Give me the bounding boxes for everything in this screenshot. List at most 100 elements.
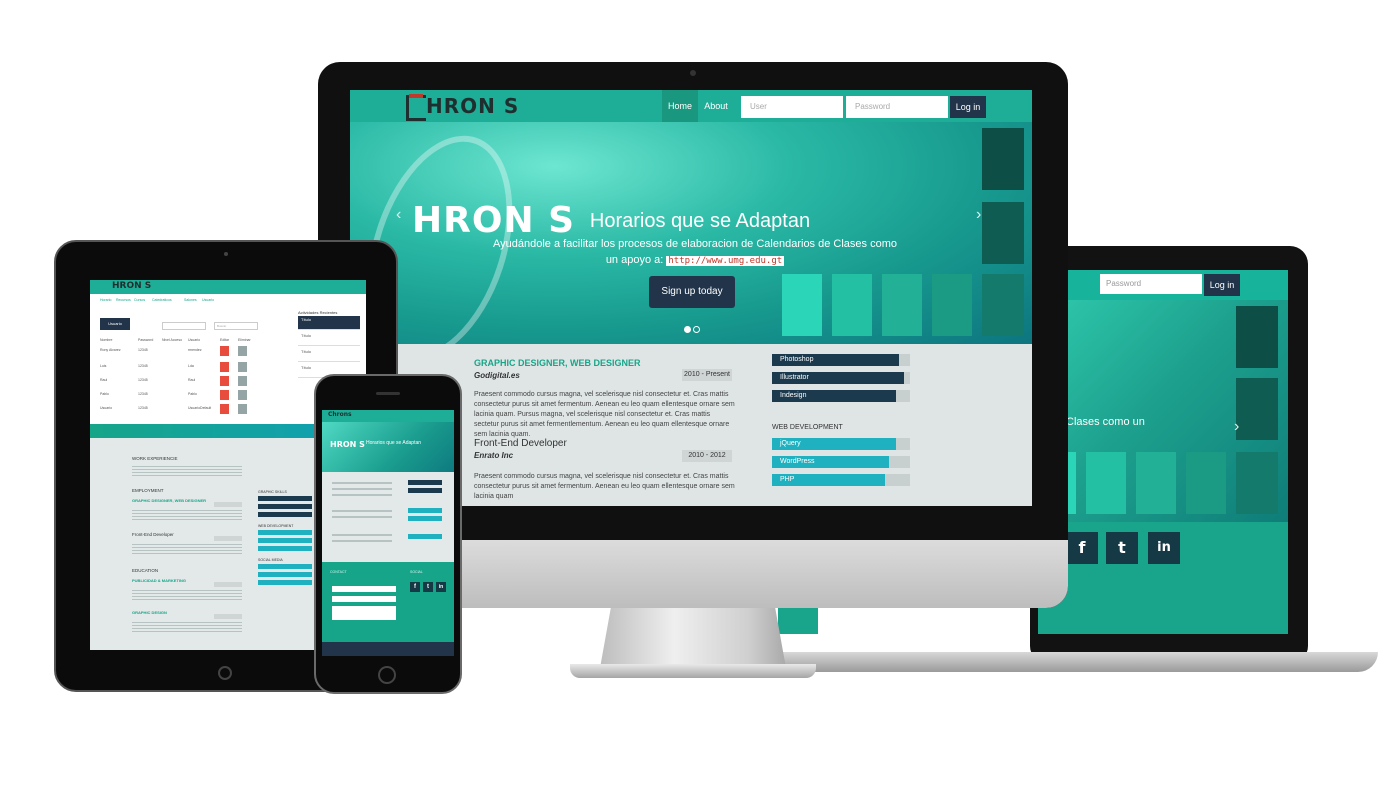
tablet-edu-title: PUBLICIDAD & MARKETING bbox=[132, 578, 186, 583]
next-arrow-icon[interactable]: › bbox=[976, 206, 981, 224]
hero-carousel: ‹ HRON S Horarios que se Adaptan Ayudánd… bbox=[350, 122, 1032, 344]
skill-bar bbox=[258, 538, 312, 543]
laptop-tile bbox=[1236, 378, 1278, 440]
table-cell: Raul bbox=[100, 378, 108, 382]
carousel-dot[interactable] bbox=[684, 326, 691, 333]
hero-tile bbox=[982, 202, 1024, 264]
edit-icon[interactable] bbox=[238, 362, 247, 372]
delete-icon[interactable] bbox=[220, 362, 229, 372]
edit-icon[interactable] bbox=[238, 376, 247, 386]
table-header: Eliminar bbox=[238, 338, 251, 342]
new-user-button[interactable]: Usuario bbox=[100, 318, 130, 330]
phone-logo[interactable]: Chrons bbox=[328, 411, 352, 418]
text-line bbox=[332, 488, 392, 490]
monitor-stand-foot bbox=[570, 664, 816, 678]
linkedin-icon[interactable]: in bbox=[436, 582, 446, 592]
linkedin-icon[interactable]: in bbox=[1148, 532, 1180, 564]
period-badge bbox=[214, 582, 242, 587]
skill-bar bbox=[408, 488, 442, 493]
facebook-icon[interactable]: f bbox=[1066, 532, 1098, 564]
hero-url[interactable]: http://www.umg.edu.gt bbox=[666, 256, 785, 266]
social-bar[interactable] bbox=[258, 580, 312, 585]
social-bar[interactable] bbox=[258, 564, 312, 569]
delete-icon[interactable] bbox=[220, 390, 229, 400]
phone-nav: Chrons bbox=[322, 410, 454, 422]
contact-name-input[interactable] bbox=[332, 586, 396, 592]
tablet-logo[interactable]: HRON S bbox=[112, 281, 151, 291]
delete-icon[interactable] bbox=[220, 346, 229, 356]
period-badge: 2010 - 2012 bbox=[682, 450, 732, 462]
edit-icon[interactable] bbox=[238, 404, 247, 414]
signup-button[interactable]: Sign up today bbox=[649, 276, 735, 308]
skill-bar: Indesign bbox=[772, 390, 910, 402]
table-cell: Raul bbox=[188, 378, 196, 382]
user-input[interactable]: User bbox=[741, 96, 843, 118]
table-cell: 12345 bbox=[138, 378, 148, 382]
social-bar[interactable] bbox=[258, 572, 312, 577]
password-input[interactable]: Password bbox=[846, 96, 948, 118]
hero-tile bbox=[882, 274, 922, 336]
laptop-next-arrow-icon[interactable]: › bbox=[1234, 418, 1239, 436]
skill-bar bbox=[258, 546, 312, 551]
tablet-filter-input[interactable] bbox=[162, 322, 206, 330]
tablet-nav-link[interactable]: Salones bbox=[184, 298, 197, 302]
twitter-icon[interactable]: t bbox=[423, 582, 433, 592]
edit-icon[interactable] bbox=[238, 346, 247, 356]
tablet-nav-link[interactable]: Recursos bbox=[116, 298, 131, 302]
tablet-side-item[interactable]: Título bbox=[298, 332, 360, 346]
laptop-base bbox=[778, 652, 1378, 672]
facebook-icon[interactable]: f bbox=[410, 582, 420, 592]
top-nav: HRON S Home About User Password Log in bbox=[350, 90, 1032, 122]
laptop-password-input[interactable]: Password bbox=[1100, 274, 1202, 294]
contact-message-input[interactable] bbox=[332, 606, 396, 620]
skill-category-heading: WEB DEVELOPMENT bbox=[772, 424, 843, 431]
home-button-icon[interactable] bbox=[378, 666, 396, 684]
delete-icon[interactable] bbox=[220, 404, 229, 414]
tablet-search-input[interactable]: Buscar bbox=[214, 322, 258, 330]
phone-hero-title: Horarios que se Adaptan bbox=[366, 440, 422, 446]
skill-bar bbox=[408, 480, 442, 485]
edit-icon[interactable] bbox=[238, 390, 247, 400]
table-header: Editar bbox=[220, 338, 230, 342]
hero-tile bbox=[982, 128, 1024, 190]
text-block bbox=[132, 464, 242, 476]
tablet-nav-link[interactable]: Cursos bbox=[134, 298, 145, 302]
laptop-login-button[interactable]: Log in bbox=[1204, 274, 1240, 296]
carousel-dot[interactable] bbox=[693, 326, 700, 333]
nav-about[interactable]: About bbox=[700, 90, 732, 122]
contact-email-input[interactable] bbox=[332, 596, 396, 602]
skill-fill: Illustrator bbox=[772, 372, 905, 384]
login-button[interactable]: Log in bbox=[950, 96, 986, 118]
hero-title: Horarios que se Adaptan bbox=[589, 210, 811, 232]
job-title: Front-End Developer bbox=[474, 438, 567, 449]
delete-icon[interactable] bbox=[220, 376, 229, 386]
tablet-nav-link[interactable]: Horario bbox=[100, 298, 111, 302]
tablet-side-item[interactable]: Título bbox=[298, 348, 360, 362]
laptop-tile bbox=[1086, 452, 1126, 514]
laptop-hero: › Clases como un bbox=[1038, 300, 1288, 522]
home-button-icon[interactable] bbox=[218, 666, 232, 680]
logo-c-mark-icon bbox=[406, 93, 426, 121]
table-cell: 12345 bbox=[138, 392, 148, 396]
company-name: Godigital.es bbox=[474, 371, 520, 380]
nav-home[interactable]: Home bbox=[662, 90, 698, 122]
twitter-icon[interactable]: t bbox=[1106, 532, 1138, 564]
skill-bar bbox=[408, 508, 442, 513]
tablet-side-item[interactable]: Título bbox=[298, 316, 360, 330]
tablet-nav-link[interactable]: Catedraticos bbox=[152, 298, 172, 302]
tablet-nav-link[interactable]: Usuario bbox=[202, 298, 214, 302]
education-heading: EDUCATION bbox=[132, 568, 159, 573]
text-line bbox=[332, 494, 392, 496]
camera-icon bbox=[690, 70, 696, 76]
text-line bbox=[332, 540, 392, 542]
phone-screen: Chrons HRON S Horarios que se Adaptan CO… bbox=[322, 410, 454, 656]
chronos-logo[interactable]: HRON S bbox=[406, 93, 519, 122]
speaker-icon bbox=[376, 392, 400, 395]
hero-subtitle: Ayudándole a facilitar los procesos de e… bbox=[490, 236, 900, 269]
text-line bbox=[332, 482, 392, 484]
prev-arrow-icon[interactable]: ‹ bbox=[396, 206, 401, 224]
text-block bbox=[132, 508, 242, 520]
hero-brand-logo: HRON S bbox=[412, 200, 576, 241]
laptop-tile bbox=[1236, 452, 1278, 514]
text-block bbox=[132, 588, 242, 600]
